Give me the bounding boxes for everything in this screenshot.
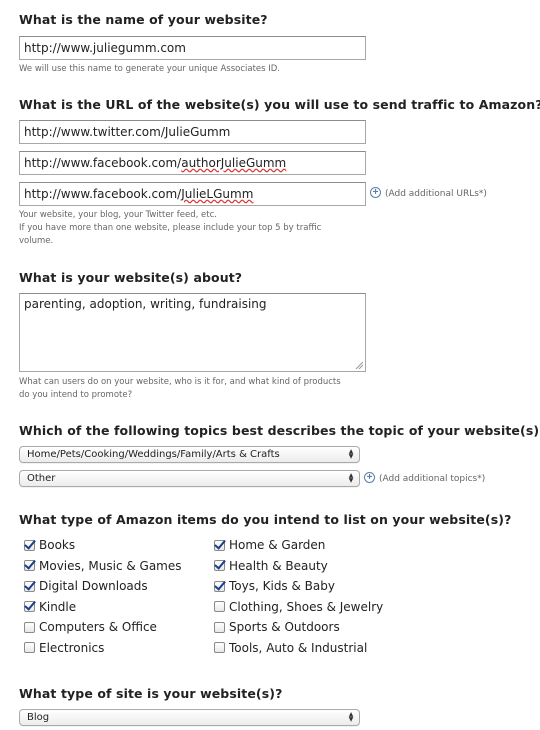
item-type-label: Health & Beauty [229, 558, 328, 573]
resize-grip-icon[interactable] [355, 361, 363, 369]
item-type-label: Movies, Music & Games [39, 558, 182, 573]
topic-select-1[interactable]: Home/Pets/Cooking/Weddings/Family/Arts &… [19, 446, 360, 463]
about-hint-line-2: do you intend to promote? [19, 390, 133, 400]
about-hint: What can users do on your website, who i… [19, 376, 341, 402]
website-about-textarea[interactable]: parenting, adoption, writing, fundraisin… [19, 293, 366, 372]
item-type-checkbox-row[interactable]: Computers & Office [24, 620, 157, 634]
urls-hint-line-1: Your website, your blog, your Twitter fe… [19, 210, 217, 220]
question-topics: Which of the following topics best descr… [19, 423, 540, 438]
about-hint-line-1: What can users do on your website, who i… [19, 377, 341, 387]
question-website-about: What is your website(s) about? [19, 270, 243, 285]
item-type-checkbox-row[interactable]: Toys, Kids & Baby [214, 579, 335, 593]
item-type-checkbox-row[interactable]: Home & Garden [214, 538, 325, 552]
item-type-label: Toys, Kids & Baby [229, 579, 335, 593]
checkbox-checked[interactable] [214, 580, 225, 592]
add-urls-link[interactable]: (Add additional URLs*) [385, 189, 487, 199]
url-2-prefix: http://www.facebook.com/ [24, 156, 182, 170]
add-url-plus-icon[interactable]: + [370, 187, 381, 198]
updown-arrows-icon: ▲ ▼ [348, 448, 354, 460]
item-type-checkbox-row[interactable]: Books [24, 538, 75, 552]
item-type-label: Digital Downloads [39, 579, 148, 593]
updown-arrows-icon: ▲ ▼ [348, 711, 354, 723]
topic-select-2[interactable]: Other ▲ ▼ [19, 470, 360, 487]
item-type-label: Tools, Auto & Industrial [229, 640, 368, 655]
add-topic-plus-icon[interactable]: + [364, 472, 375, 483]
checkbox-unchecked[interactable] [214, 621, 225, 633]
add-topics-link[interactable]: (Add additional topics*) [379, 474, 485, 484]
updown-arrows-icon: ▲ ▼ [348, 472, 354, 484]
url-2-misspelled: authorJulieGumm [181, 156, 287, 170]
urls-hint-line-3: volume. [19, 236, 54, 246]
item-type-checkbox-row[interactable]: Kindle [24, 600, 76, 614]
item-type-checkbox-row[interactable]: Sports & Outdoors [214, 620, 340, 634]
question-website-name: What is the name of your website? [19, 12, 268, 27]
question-website-urls: What is the URL of the website(s) you wi… [19, 97, 540, 112]
checkbox-checked[interactable] [24, 601, 35, 612]
website-name-hint: We will use this name to generate your u… [19, 64, 281, 74]
website-name-input[interactable]: http://www.juliegumm.com [19, 36, 366, 60]
question-item-types: What type of Amazon items do you intend … [19, 512, 512, 527]
url-input-2[interactable]: http://www.facebook.com/authorJulieGumm [19, 151, 366, 175]
url-input-1[interactable]: http://www.twitter.com/JulieGumm [19, 120, 366, 144]
question-site-type: What type of site is your website(s)? [19, 686, 283, 701]
item-type-label: Electronics [39, 640, 105, 655]
checkbox-checked[interactable] [24, 580, 35, 592]
item-type-label: Home & Garden [229, 538, 326, 552]
item-type-label: Kindle [39, 599, 77, 614]
url-3-prefix: http://www.facebook.com/ [24, 187, 182, 201]
checkbox-unchecked[interactable] [214, 642, 225, 653]
item-type-label: Computers & Office [39, 620, 157, 634]
urls-hint: Your website, your blog, your Twitter fe… [19, 209, 321, 248]
site-type-select[interactable]: Blog ▲ ▼ [19, 709, 360, 726]
item-type-checkbox-row[interactable]: Movies, Music & Games [24, 559, 182, 573]
topic-select-1-value: Home/Pets/Cooking/Weddings/Family/Arts &… [27, 449, 280, 460]
urls-hint-line-2: If you have more than one website, pleas… [19, 223, 322, 233]
item-type-label: Books [39, 538, 76, 552]
checkbox-checked[interactable] [214, 539, 225, 551]
item-type-checkbox-row[interactable]: Health & Beauty [214, 559, 328, 573]
checkbox-checked[interactable] [24, 560, 35, 571]
url-1-text: http://www.twitter.com/JulieGumm [24, 125, 231, 139]
checkbox-unchecked[interactable] [24, 621, 35, 633]
url-3-misspelled: JulieLGumm [181, 187, 254, 201]
topic-select-2-value: Other [27, 473, 56, 484]
item-type-checkbox-row[interactable]: Tools, Auto & Industrial [214, 641, 367, 655]
item-type-checkbox-row[interactable]: Clothing, Shoes & Jewelry [214, 600, 383, 614]
website-about-text: parenting, adoption, writing, fundraisin… [24, 297, 267, 311]
item-type-checkbox-row[interactable]: Digital Downloads [24, 579, 148, 593]
item-type-label: Sports & Outdoors [229, 620, 340, 634]
item-type-checkbox-row[interactable]: Electronics [24, 641, 104, 655]
url-input-3[interactable]: http://www.facebook.com/JulieLGumm [19, 182, 366, 206]
checkbox-checked[interactable] [214, 560, 225, 571]
checkbox-unchecked[interactable] [24, 642, 35, 653]
checkbox-checked[interactable] [24, 539, 35, 551]
item-type-label: Clothing, Shoes & Jewelry [229, 599, 384, 614]
checkbox-unchecked[interactable] [214, 601, 225, 612]
site-type-value: Blog [27, 712, 50, 723]
